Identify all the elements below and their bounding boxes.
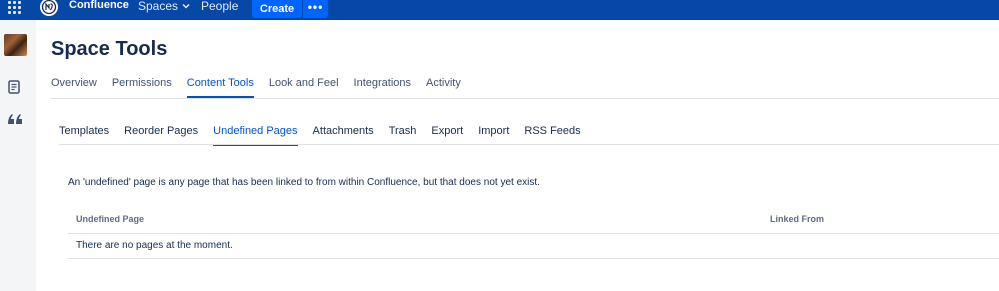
create-button[interactable]: Create xyxy=(252,0,302,18)
quote-icon[interactable] xyxy=(7,113,23,125)
tab-activity[interactable]: Activity xyxy=(426,76,461,98)
app-switcher-icon[interactable] xyxy=(8,0,22,14)
subtab-attachments[interactable]: Attachments xyxy=(313,124,374,146)
subtab-undefined-pages[interactable]: Undefined Pages xyxy=(213,124,298,146)
space-tools-tabs: Overview Permissions Content Tools Look … xyxy=(51,76,476,98)
spaces-label: Spaces xyxy=(138,0,179,13)
subtab-rss-feeds[interactable]: RSS Feeds xyxy=(524,124,580,146)
column-header-linked-from: Linked From xyxy=(770,214,825,224)
undefined-pages-description: An 'undefined' page is any page that has… xyxy=(68,177,540,188)
brand-name[interactable]: Confluence xyxy=(69,0,129,11)
create-button-label: Create xyxy=(259,3,295,15)
space-avatar[interactable] xyxy=(4,34,27,56)
more-create-options-button[interactable]: ••• xyxy=(302,0,328,18)
page-title: Space Tools xyxy=(51,38,168,60)
confluence-logo-icon[interactable] xyxy=(38,0,60,18)
more-icon: ••• xyxy=(307,0,324,14)
tab-permissions[interactable]: Permissions xyxy=(112,76,172,98)
tab-look-and-feel[interactable]: Look and Feel xyxy=(269,76,339,98)
pages-icon[interactable] xyxy=(8,80,20,94)
table-row: There are no pages at the moment. xyxy=(68,234,999,259)
column-header-undefined-page: Undefined Page xyxy=(76,214,145,224)
space-sidebar xyxy=(0,20,36,291)
subtab-import[interactable]: Import xyxy=(478,124,509,146)
subtab-export[interactable]: Export xyxy=(431,124,463,146)
empty-table-message: There are no pages at the moment. xyxy=(76,240,233,251)
spaces-menu[interactable]: Spaces xyxy=(138,0,190,12)
undefined-pages-table: Undefined Page Linked From There are no … xyxy=(68,208,999,259)
subtab-templates[interactable]: Templates xyxy=(59,124,109,146)
people-link[interactable]: People xyxy=(201,0,238,12)
tab-overview[interactable]: Overview xyxy=(51,76,97,98)
top-navigation-bar: Confluence Spaces People Create ••• xyxy=(0,0,999,20)
subtab-reorder-pages[interactable]: Reorder Pages xyxy=(124,124,198,146)
subtab-trash[interactable]: Trash xyxy=(389,124,417,146)
table-header-row: Undefined Page Linked From xyxy=(68,208,999,234)
tab-content-tools[interactable]: Content Tools xyxy=(186,76,254,98)
chevron-down-icon xyxy=(182,3,190,9)
subtabs-divider xyxy=(59,144,999,145)
tab-integrations[interactable]: Integrations xyxy=(354,76,411,98)
content-tools-subtabs: Templates Reorder Pages Undefined Pages … xyxy=(59,124,596,146)
tabs-divider xyxy=(51,98,999,99)
